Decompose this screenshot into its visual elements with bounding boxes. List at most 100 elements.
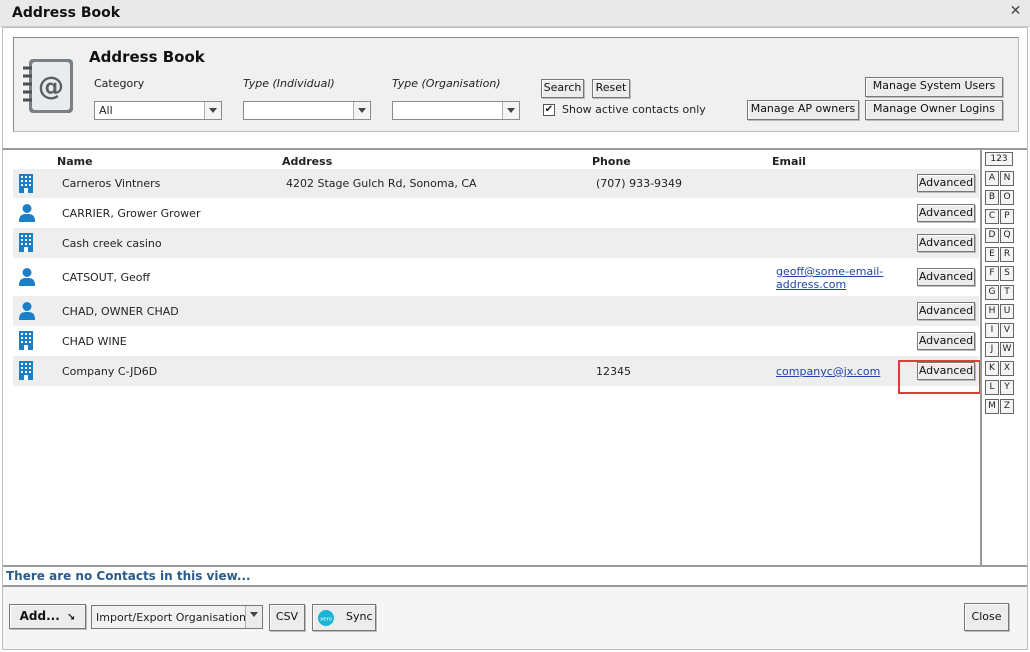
alpha-index-q[interactable]: Q (1000, 228, 1014, 243)
contact-name[interactable]: Company C-JD6D (62, 365, 157, 378)
arrow-down-right-icon: ↘ (66, 612, 76, 623)
advanced-button[interactable]: Advanced (917, 302, 975, 320)
person-icon (19, 302, 35, 320)
person-icon (19, 204, 35, 222)
table-row[interactable]: Company C-JD6D 12345 companyc@jx.com Adv… (13, 356, 979, 386)
table-row[interactable]: Cash creek casino Advanced (13, 228, 979, 258)
manage-system-users-button[interactable]: Manage System Users (865, 77, 1003, 97)
window-close-icon[interactable]: ✕ (1009, 4, 1022, 18)
panel-title: Address Book (89, 48, 205, 66)
search-button[interactable]: Search (541, 79, 584, 98)
sync-button-label: Sync (346, 610, 373, 623)
contact-name[interactable]: CHAD, OWNER CHAD (62, 305, 179, 318)
alpha-index-t[interactable]: T (1000, 285, 1014, 300)
advanced-button[interactable]: Advanced (917, 174, 975, 192)
person-icon (19, 268, 35, 286)
contact-name[interactable]: CARRIER, Grower Grower (62, 207, 200, 220)
reset-button[interactable]: Reset (592, 79, 630, 98)
add-button-label: Add... (19, 609, 60, 623)
contact-email-link[interactable]: companyc@jx.com (776, 365, 880, 378)
footer-toolbar: Add... ↘ Import/Export Organisation CSV … (3, 587, 1027, 649)
alpha-index-h[interactable]: H (985, 304, 999, 319)
advanced-button[interactable]: Advanced (917, 234, 975, 252)
alpha-index-w[interactable]: W (1000, 342, 1014, 357)
alpha-index-b[interactable]: B (985, 190, 999, 205)
contact-email-link[interactable]: geoff@some-email- address.com (776, 265, 883, 291)
table-row[interactable]: CHAD, OWNER CHAD Advanced (13, 296, 979, 326)
type-individual-select[interactable] (243, 101, 371, 120)
alpha-index-o[interactable]: O (1000, 190, 1014, 205)
alpha-index-v[interactable]: V (1000, 323, 1014, 338)
building-icon (19, 233, 33, 252)
address-book-body: @ Address Book Category Type (Individual… (2, 27, 1028, 650)
contact-address: 4202 Stage Gulch Rd, Sonoma, CA (286, 177, 477, 190)
filter-panel: @ Address Book Category Type (Individual… (13, 37, 1019, 132)
svg-text:@: @ (38, 72, 64, 102)
chevron-down-icon (204, 102, 221, 119)
alpha-index-y[interactable]: Y (1000, 380, 1014, 395)
alpha-index-d[interactable]: D (985, 228, 999, 243)
alpha-index-a[interactable]: A (985, 171, 999, 186)
divider (3, 565, 1027, 567)
column-header-phone: Phone (592, 155, 631, 168)
advanced-button[interactable]: Advanced (917, 268, 975, 286)
alpha-index-m[interactable]: M (985, 399, 999, 414)
status-message: There are no Contacts in this view... (6, 569, 251, 583)
contact-name[interactable]: Cash creek casino (62, 237, 162, 250)
building-icon (19, 361, 33, 380)
import-export-select[interactable]: Import/Export Organisation (91, 605, 263, 629)
table-row[interactable]: CHAD WINE Advanced (13, 326, 979, 356)
table-row[interactable]: CATSOUT, Geoff geoff@some-email- address… (13, 258, 979, 296)
selection-highlight (898, 360, 981, 394)
advanced-button[interactable]: Advanced (917, 332, 975, 350)
alpha-index-l[interactable]: L (985, 380, 999, 395)
advanced-button[interactable]: Advanced (917, 204, 975, 222)
active-only-label: Show active contacts only (562, 103, 706, 116)
close-button[interactable]: Close (964, 603, 1009, 631)
contact-phone: (707) 933-9349 (596, 177, 683, 190)
alpha-index-r[interactable]: R (1000, 247, 1014, 262)
table-row[interactable]: Carneros Vintners 4202 Stage Gulch Rd, S… (13, 169, 979, 198)
alpha-index-x[interactable]: X (1000, 361, 1014, 376)
type-organisation-label: Type (Organisation) (392, 77, 501, 90)
alpha-index-i[interactable]: I (985, 323, 999, 338)
title-bar: Address Book ✕ (0, 0, 1030, 27)
contact-name[interactable]: Carneros Vintners (62, 177, 160, 190)
alpha-index-e[interactable]: E (985, 247, 999, 262)
window-title: Address Book (12, 5, 121, 21)
divider (980, 150, 982, 566)
add-button[interactable]: Add... ↘ (9, 604, 86, 629)
category-select[interactable]: All (94, 101, 222, 120)
sync-button[interactable]: xero Sync (312, 604, 376, 631)
csv-button[interactable]: CSV (269, 604, 305, 631)
category-label: Category (94, 77, 145, 90)
manage-owner-logins-button[interactable]: Manage Owner Logins (865, 100, 1003, 120)
alpha-index-n[interactable]: N (1000, 171, 1014, 186)
svg-text:xero: xero (320, 617, 333, 623)
address-book-icon: @ (23, 59, 73, 113)
alpha-index-p[interactable]: P (1000, 209, 1014, 224)
alpha-index-s[interactable]: S (1000, 266, 1014, 281)
active-only-checkbox[interactable]: ✔ (543, 104, 555, 116)
chevron-down-icon (245, 606, 262, 628)
contact-phone: 12345 (596, 365, 631, 378)
import-export-select-value: Import/Export Organisation (96, 611, 246, 624)
xero-logo-icon: xero (318, 610, 334, 626)
alpha-index-g[interactable]: G (985, 285, 999, 300)
column-header-address: Address (282, 155, 333, 168)
contact-name[interactable]: CATSOUT, Geoff (62, 271, 150, 284)
alpha-index-k[interactable]: K (985, 361, 999, 376)
type-organisation-select[interactable] (392, 101, 520, 120)
alpha-index-j[interactable]: J (985, 342, 999, 357)
building-icon (19, 331, 33, 350)
table-row[interactable]: CARRIER, Grower Grower Advanced (13, 198, 979, 228)
alpha-index-c[interactable]: C (985, 209, 999, 224)
alpha-index-z[interactable]: Z (1000, 399, 1014, 414)
column-header-email: Email (772, 155, 806, 168)
alpha-index-all[interactable]: 123 (985, 152, 1013, 166)
alpha-index-f[interactable]: F (985, 266, 999, 281)
alpha-index-u[interactable]: U (1000, 304, 1014, 319)
manage-ap-owners-button[interactable]: Manage AP owners (747, 100, 859, 120)
contact-name[interactable]: CHAD WINE (62, 335, 127, 348)
contact-email-line1: geoff@some-email- (776, 265, 884, 278)
